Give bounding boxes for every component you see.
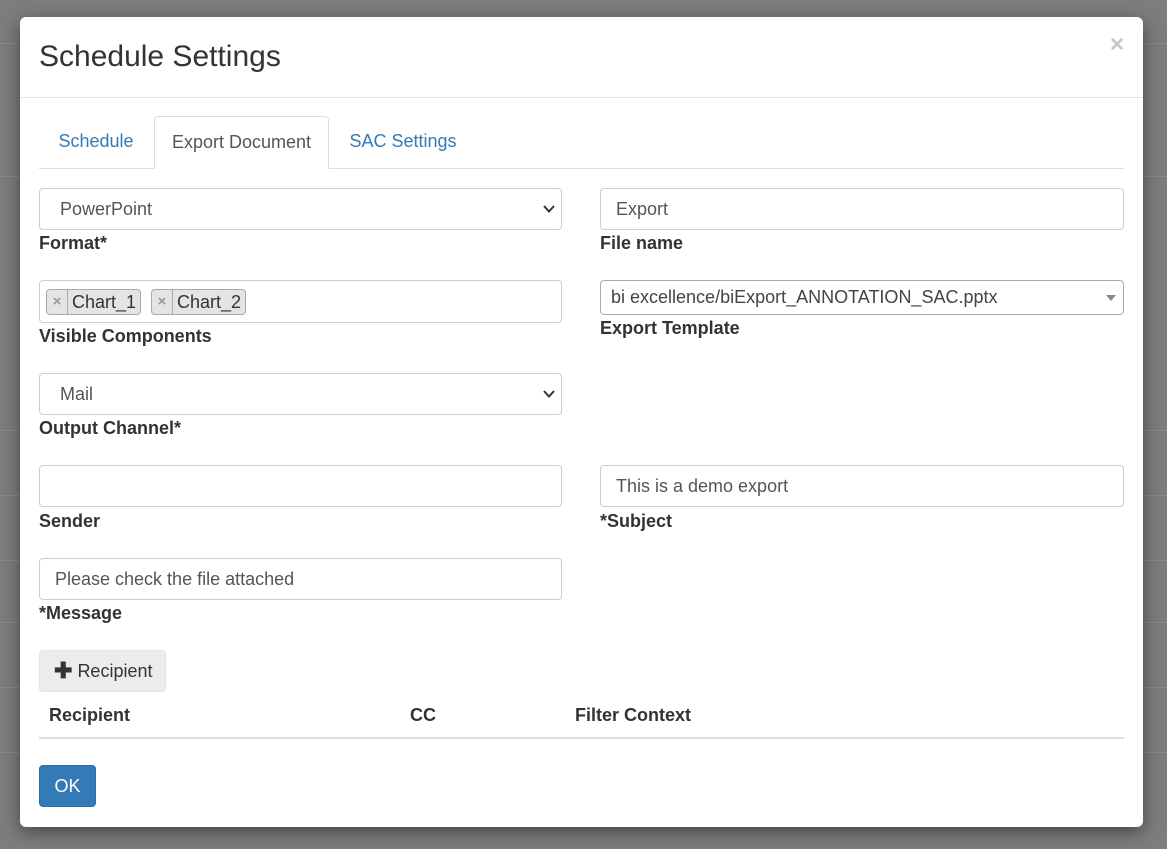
output-channel-label: Output Channel*: [39, 418, 181, 438]
output-channel-value: Mail: [60, 384, 94, 404]
subject-input[interactable]: This is a demo export: [600, 465, 1124, 507]
plus-icon: ✚: [54, 658, 73, 683]
ok-button[interactable]: OK: [39, 765, 96, 807]
format-label: Format*: [39, 233, 108, 253]
output-channel-select[interactable]: Mail: [39, 373, 562, 415]
export-template-label: Export Template: [600, 318, 740, 338]
chevron-down-icon: [543, 390, 555, 398]
remove-tag-icon[interactable]: ×: [152, 290, 173, 314]
tab-bar: Schedule Export Document SAC Settings: [39, 116, 1124, 169]
tag-chart-2: × Chart_2: [151, 289, 247, 315]
column-header-cc: CC: [410, 705, 436, 725]
visible-components-label: Visible Components: [39, 326, 212, 346]
tab-schedule[interactable]: Schedule: [39, 116, 153, 169]
tab-sac-settings[interactable]: SAC Settings: [330, 116, 476, 169]
message-input[interactable]: Please check the file attached: [39, 558, 562, 600]
column-header-recipient: Recipient: [49, 705, 131, 725]
visible-components-multiselect[interactable]: × Chart_1 × Chart_2: [39, 280, 562, 323]
subject-label: *Subject: [600, 511, 673, 531]
chevron-down-icon: [543, 205, 555, 213]
export-template-select[interactable]: bi excellence/biExport_ANNOTATION_SAC.pp…: [600, 280, 1124, 315]
sender-label: Sender: [39, 511, 101, 531]
caret-down-icon: [1106, 295, 1116, 301]
tag-label: Chart_1: [72, 292, 137, 312]
file-name-input[interactable]: Export: [600, 188, 1124, 230]
file-name-label: File name: [600, 233, 684, 253]
add-recipient-label: Recipient: [77, 661, 153, 681]
tag-label: Chart_2: [177, 292, 242, 312]
modal-title: Schedule Settings: [39, 40, 281, 73]
column-header-filter-context: Filter Context: [575, 705, 692, 725]
recipients-table-header: Recipient CC Filter Context: [39, 695, 1124, 739]
format-select-value: PowerPoint: [60, 199, 153, 219]
modal-header: Schedule Settings ×: [20, 17, 1143, 98]
sender-input[interactable]: [39, 465, 562, 507]
message-label: *Message: [39, 603, 123, 623]
export-template-value: bi excellence/biExport_ANNOTATION_SAC.pp…: [611, 287, 998, 307]
schedule-settings-dialog: Schedule Settings × Schedule Export Docu…: [20, 17, 1143, 827]
format-select[interactable]: PowerPoint: [39, 188, 562, 230]
add-recipient-button[interactable]: ✚ Recipient: [39, 650, 166, 692]
tag-chart-1: × Chart_1: [46, 289, 142, 315]
remove-tag-icon[interactable]: ×: [47, 290, 68, 314]
tab-export-document[interactable]: Export Document: [154, 116, 329, 169]
close-icon[interactable]: ×: [1110, 32, 1124, 58]
